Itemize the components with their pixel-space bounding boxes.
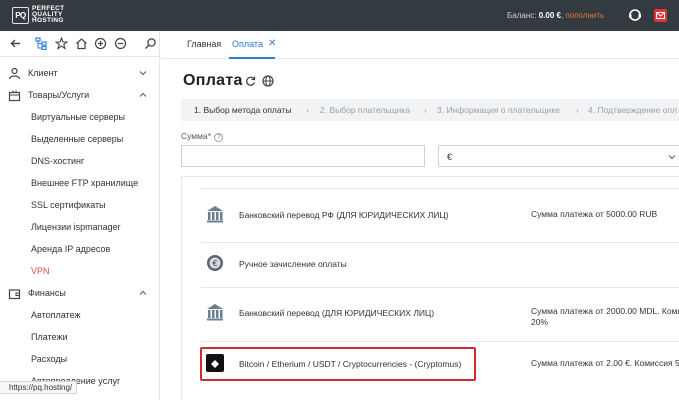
refresh-icon[interactable]: [244, 75, 256, 87]
logo[interactable]: PQ PERFECT QUALITY HOSTING: [12, 5, 82, 24]
tabs-bar: Главная Оплата ✕: [161, 31, 679, 59]
chevron-up-icon: [139, 290, 147, 295]
euro-coin-icon[interactable]: €: [205, 253, 225, 273]
sidebar-item-expenses[interactable]: Расходы: [0, 348, 160, 370]
chevron-down-icon: [139, 71, 147, 76]
step-separator: ›: [424, 105, 427, 115]
help-icon[interactable]: ?: [214, 133, 224, 142]
method-info-bank-rf: Сумма платежа от 5000.00 RUB: [531, 209, 658, 219]
close-tab-icon[interactable]: ✕: [268, 38, 276, 49]
sidebar: Клиент Товары/Услуги Виртуальные серверы…: [0, 31, 160, 400]
mail-icon[interactable]: [654, 9, 667, 22]
balance-value: 0.00 €: [538, 11, 561, 20]
sidebar-item-autopay[interactable]: Автоплатеж: [0, 304, 160, 326]
logo-mark: PQ: [12, 6, 29, 24]
sidebar-item-ftp[interactable]: Внешнее FTP хранилище: [0, 172, 160, 194]
sum-input[interactable]: [181, 145, 425, 167]
sidebar-item-finance[interactable]: Финансы: [0, 282, 160, 304]
svg-text:€: €: [212, 259, 217, 268]
method-info-bank-legal: Сумма платежа от 2000.00 MDL. Комиссия 2…: [531, 306, 679, 327]
step-3: 3. Информация о плательщике: [437, 105, 560, 115]
step-separator: ›: [576, 105, 579, 115]
sidebar-item-dns[interactable]: DNS-хостинг: [0, 150, 160, 172]
home-icon[interactable]: [75, 37, 88, 50]
support-icon[interactable]: [628, 8, 642, 22]
step-separator: ›: [306, 105, 309, 115]
method-name-manual[interactable]: Ручное зачисление оплаты: [239, 259, 347, 269]
payment-steps: 1. Выбор метода оплаты › 2. Выбор плател…: [181, 99, 679, 121]
row-divider: [201, 287, 679, 288]
tab-home[interactable]: Главная: [187, 39, 221, 49]
bank-icon[interactable]: [205, 302, 225, 322]
balance: Баланс: 0.00 €, пополнить: [507, 11, 605, 20]
chevron-down-icon: [668, 155, 676, 160]
highlight-box: [200, 347, 476, 381]
currency-value: €: [447, 152, 453, 162]
method-info-crypto: Сумма платежа от 2.00 €. Комиссия 5: [531, 358, 679, 368]
title-actions: [244, 75, 274, 89]
collapse-all-icon[interactable]: [114, 37, 127, 50]
sidebar-toolbar: [0, 31, 160, 57]
sidebar-item-payments[interactable]: Платежи: [0, 326, 160, 348]
search-icon[interactable]: [144, 37, 157, 50]
row-divider: [201, 242, 679, 243]
row-divider: [201, 188, 679, 189]
sidebar-item-vpn[interactable]: VPN: [0, 260, 160, 282]
chevron-up-icon: [139, 92, 147, 97]
currency-select[interactable]: €: [438, 145, 679, 167]
method-name-bank-rf[interactable]: Банковский перевод РФ (ДЛЯ ЮРИДИЧЕСКИХ Л…: [239, 210, 449, 220]
sidebar-item-ip-rent[interactable]: Аренда IP адресов: [0, 238, 160, 260]
topup-link[interactable]: пополнить: [565, 11, 604, 20]
step-1: 1. Выбор метода оплаты: [194, 105, 292, 115]
sidebar-item-client[interactable]: Клиент: [0, 62, 160, 84]
step-4: 4. Подтверждение опл: [588, 105, 678, 115]
row-divider: [201, 341, 679, 342]
sidebar-item-ispmanager[interactable]: Лицензии ispmanager: [0, 216, 160, 238]
step-2: 2. Выбор плательщика: [320, 105, 411, 115]
bank-icon[interactable]: [205, 204, 225, 224]
wallet-icon: [8, 288, 21, 299]
user-icon: [8, 67, 21, 79]
expand-all-icon[interactable]: [94, 37, 107, 50]
back-icon[interactable]: [9, 37, 22, 50]
tree-icon[interactable]: [35, 37, 48, 50]
sidebar-item-goods[interactable]: Товары/Услуги: [0, 84, 160, 106]
box-icon: [8, 90, 21, 101]
page-title: Оплата: [183, 72, 243, 89]
globe-icon[interactable]: [261, 75, 274, 87]
method-name-bank-legal[interactable]: Банковский перевод (ДЛЯ ЮРИДИЧЕСКИХ ЛИЦ): [239, 308, 434, 318]
sidebar-item-vps[interactable]: Виртуальные серверы: [0, 106, 160, 128]
tab-payment[interactable]: Оплата: [232, 39, 263, 49]
envelope-icon: [656, 12, 665, 19]
top-bar: PQ PERFECT QUALITY HOSTING Баланс: 0.00 …: [0, 0, 679, 31]
logo-text: PERFECT QUALITY HOSTING: [32, 5, 65, 24]
star-icon[interactable]: [55, 37, 68, 50]
sum-label: Сумма*?: [181, 131, 224, 142]
sidebar-item-dedicated[interactable]: Выделенные серверы: [0, 128, 160, 150]
sidebar-item-ssl[interactable]: SSL сертификаты: [0, 194, 160, 216]
active-tab-indicator: [229, 57, 275, 59]
status-bar-url: https://pq.hosting/: [0, 381, 78, 394]
